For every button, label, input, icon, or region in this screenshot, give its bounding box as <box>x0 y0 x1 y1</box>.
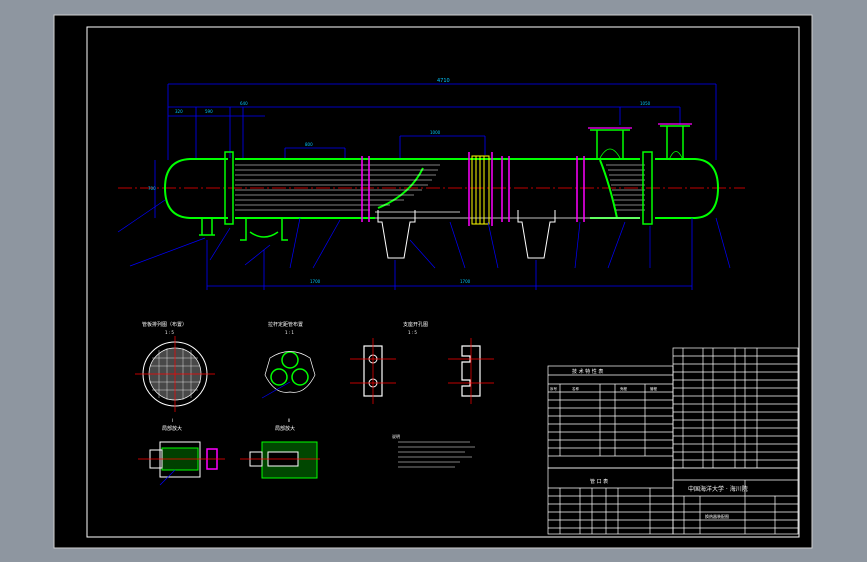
overall-dim-text: 4710 <box>437 78 450 84</box>
detail-1-num: I <box>172 418 173 423</box>
top-dim-4: 800 <box>305 142 313 147</box>
left-height-dim: 700 <box>148 186 156 191</box>
top-dim-1: 320 <box>175 109 183 114</box>
detail-2-num: II <box>288 418 290 423</box>
bottom-dim-1: 1700 <box>310 279 321 284</box>
cad-drawing: 4710 320 590 640 1000 800 1050 1700 1700… <box>0 0 867 562</box>
tie-rod-scale: 1 : 1 <box>285 330 294 335</box>
spec-col-2: 名称 <box>572 386 580 391</box>
detail-1-title: 局部放大 <box>162 425 182 432</box>
spec-col-1: 序号 <box>550 386 558 391</box>
top-dim-5: 1050 <box>640 101 651 106</box>
spec-col-3: 壳程 <box>620 386 628 391</box>
top-dim-2: 590 <box>205 109 213 114</box>
detail-2-title: 局部放大 <box>275 425 295 432</box>
bottom-dim-2: 1700 <box>460 279 471 284</box>
nozzle-table-title: 管 口 表 <box>590 478 608 485</box>
notes-title: 说明 <box>392 433 400 439</box>
drawing-number: 换热器装配图 <box>705 513 729 519</box>
spec-table-title: 技 术 特 性 表 <box>572 368 603 375</box>
baffle-dim: 1000 <box>430 130 441 135</box>
tubesheet-scale: 1 : 5 <box>165 330 174 335</box>
tubesheet-title: 管板排列图（布置） <box>142 321 187 328</box>
top-dim-3: 640 <box>240 101 248 106</box>
company-name: 中国海洋大学 · 海川院 <box>688 485 748 493</box>
support-scale: 1 : 5 <box>408 330 417 335</box>
spec-col-4: 管程 <box>650 386 658 391</box>
tie-rod-title: 拉杆定距管布置 <box>268 321 303 328</box>
support-title: 支座开孔图 <box>403 321 428 328</box>
